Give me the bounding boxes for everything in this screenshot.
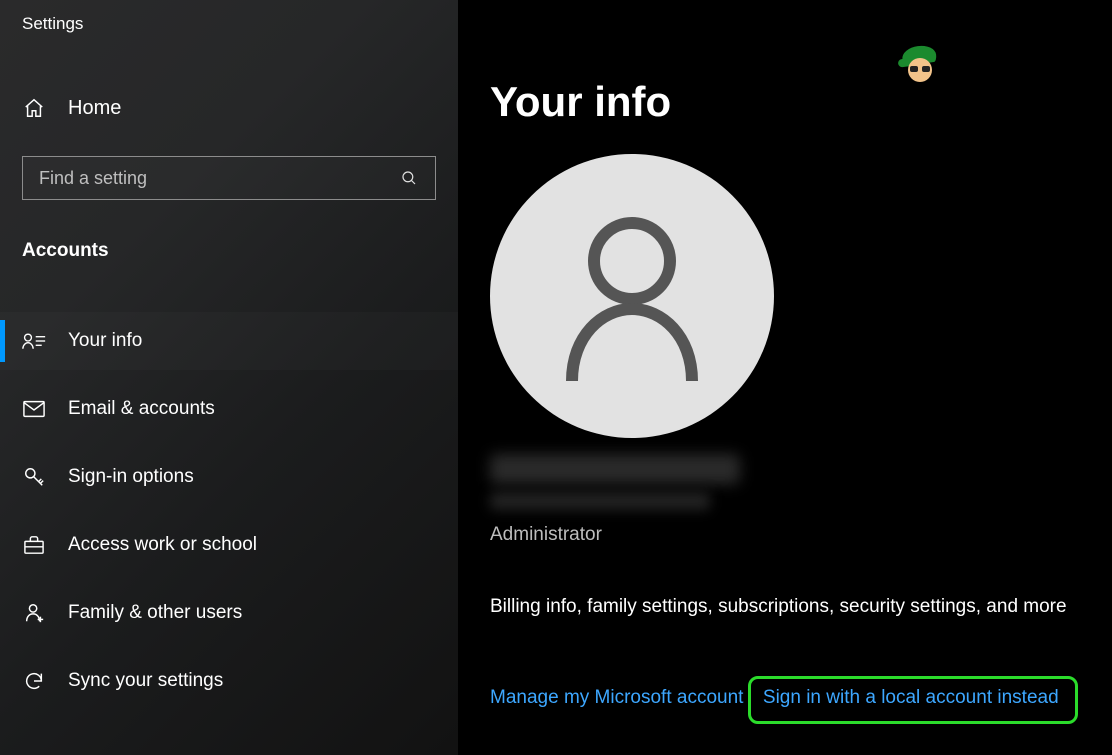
sidebar-item-label: Access work or school [68,534,257,556]
sidebar-item-sync-settings[interactable]: Sync your settings [0,652,458,710]
search-box[interactable] [22,156,436,200]
manage-microsoft-account-link[interactable]: Manage my Microsoft account [490,687,743,709]
local-account-highlight-box: Sign in with a local account instead [748,676,1078,724]
mascot-character-icon [902,44,938,86]
briefcase-icon [22,533,46,557]
sidebar-item-label: Family & other users [68,602,242,624]
mail-icon [22,397,46,421]
sidebar-nav: Your info Email & accounts [0,312,458,710]
sidebar-item-label: Your info [68,330,142,352]
sidebar-item-family-other-users[interactable]: Family & other users [0,584,458,642]
search-icon [397,166,421,190]
sidebar-item-label: Sync your settings [68,670,223,692]
sidebar-item-home[interactable]: Home [0,88,458,128]
your-info-icon [22,329,46,353]
sidebar-item-label: Sign-in options [68,466,194,488]
key-icon [22,465,46,489]
home-label: Home [68,97,121,120]
home-icon [22,96,46,120]
sidebar-item-sign-in-options[interactable]: Sign-in options [0,448,458,506]
user-name-redacted [490,454,740,484]
section-heading-accounts: Accounts [22,240,458,262]
user-role: Administrator [490,524,1112,546]
page-title: Your info [490,78,1112,126]
settings-window: Settings Home Accounts [0,0,1112,755]
user-avatar-placeholder [490,154,774,438]
sidebar-item-label: Email & accounts [68,398,215,420]
search-input[interactable] [37,167,387,190]
main-content: Your info Administrator Billing info, fa… [458,0,1112,755]
sign-in-local-account-link[interactable]: Sign in with a local account instead [763,687,1059,709]
app-title: Settings [0,0,458,34]
sidebar: Settings Home Accounts [0,0,458,755]
user-email-redacted [490,492,710,510]
sidebar-item-email-accounts[interactable]: Email & accounts [0,380,458,438]
sync-icon [22,669,46,693]
sidebar-item-access-work-school[interactable]: Access work or school [0,516,458,574]
sidebar-item-your-info[interactable]: Your info [0,312,458,370]
family-users-icon [22,601,46,625]
billing-info-text: Billing info, family settings, subscript… [490,596,1112,618]
